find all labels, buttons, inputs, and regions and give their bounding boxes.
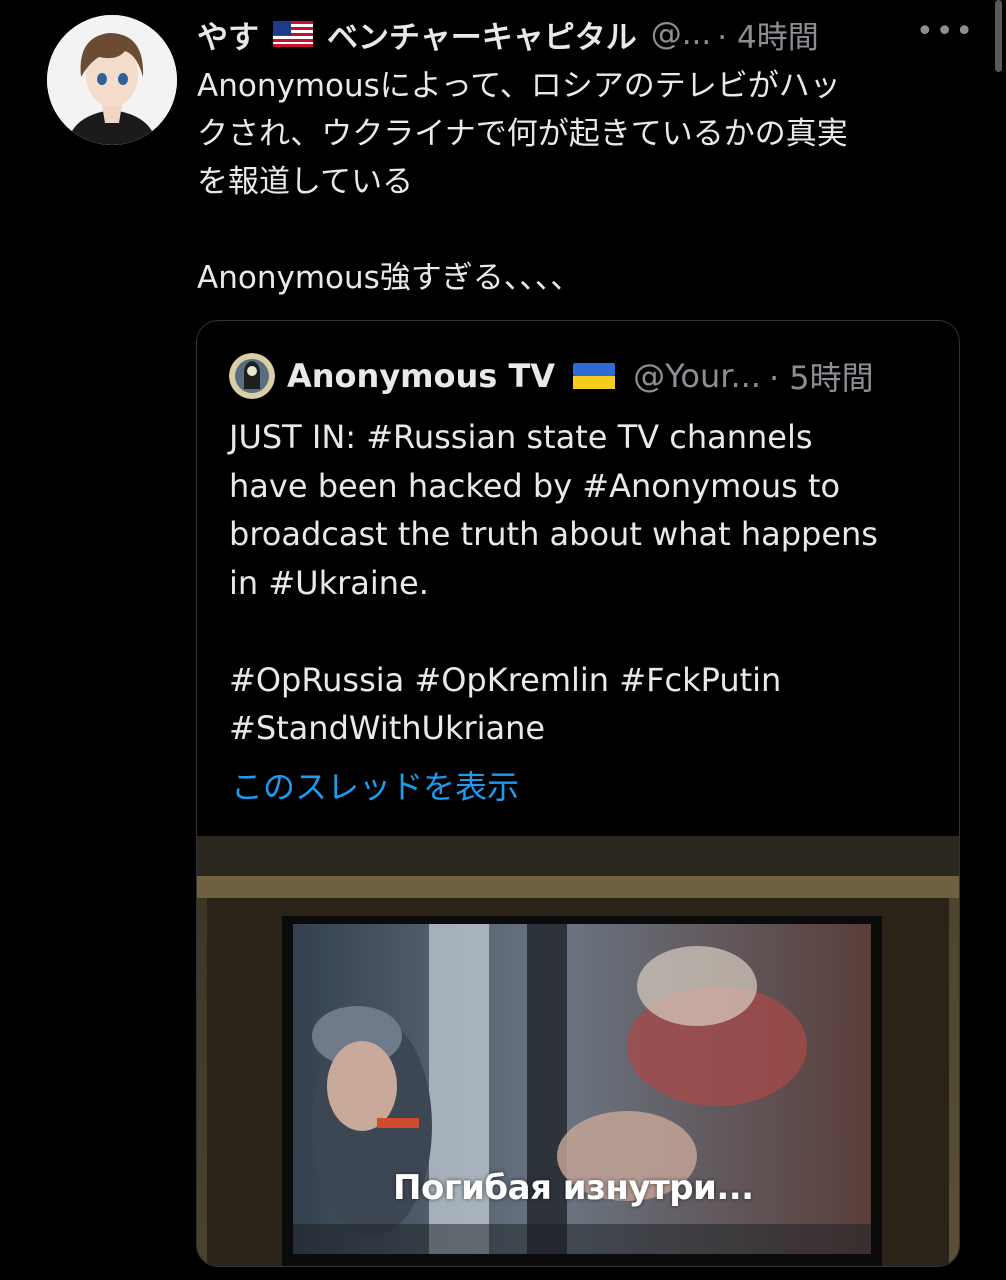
scrollbar[interactable] (995, 0, 1002, 72)
quote-avatar-icon[interactable] (229, 353, 275, 399)
tweet-header: やす ベンチャーキャピタル @... · 4時間 (197, 12, 986, 56)
quote-text: JUST IN: #Russian state TV channels have… (229, 418, 878, 747)
media-video[interactable]: Погибая изнутри... (197, 836, 959, 1266)
us-flag-icon (273, 21, 313, 47)
show-thread-link[interactable]: このスレッドを表示 (231, 762, 519, 808)
tweet-text: Anonymousによって、ロシアのテレビがハッ クされ、ウクライナで何が起きて… (197, 68, 848, 296)
quote-timestamp[interactable]: · 5時間 (769, 353, 874, 399)
user-handle[interactable]: @... (651, 16, 712, 52)
video-subtitle: Погибая изнутри... (393, 1168, 754, 1208)
display-name[interactable]: やす (197, 12, 259, 57)
quote-user-handle[interactable]: @Your... (633, 357, 761, 395)
display-name-suffix[interactable]: ベンチャーキャピタル (327, 12, 637, 57)
more-icon[interactable]: ••• (916, 14, 975, 49)
quote-display-name[interactable]: Anonymous TV (287, 357, 555, 395)
timestamp[interactable]: · 4時間 (717, 12, 818, 57)
quoted-tweet[interactable]: Anonymous TV @Your... · 5時間 JUST IN: #Ru… (196, 320, 960, 1267)
avatar[interactable] (47, 15, 177, 145)
quote-header: Anonymous TV @Your... · 5時間 (229, 351, 874, 401)
avatar-icon (47, 15, 177, 145)
ukraine-flag-icon (573, 363, 616, 389)
